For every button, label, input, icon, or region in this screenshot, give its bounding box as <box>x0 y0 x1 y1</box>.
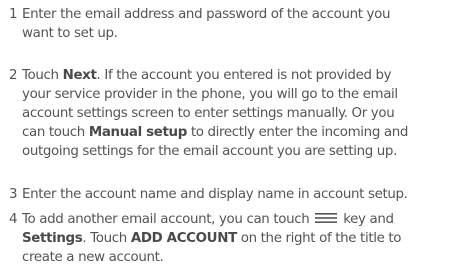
step-text-line: can touch Manual setup to directly enter… <box>9 123 449 142</box>
manual-setup-label: Manual setup <box>88 125 187 140</box>
step-text: . If the account you entered is not prov… <box>96 68 392 83</box>
step-text-line: want to set up. <box>22 26 118 41</box>
add-account-label: ADD ACCOUNT <box>130 231 237 246</box>
step-text-line: create a new account. <box>22 250 164 265</box>
step-text: To add another email account, you can to… <box>22 212 314 227</box>
step-text-line: Enter the email address and password of … <box>22 7 391 22</box>
step-text-line: Enter the account name and display name … <box>22 187 408 202</box>
step-text: can touch <box>22 125 89 140</box>
step-text-line: Settings. Touch ADD ACCOUNT on the right… <box>9 229 449 248</box>
step-2: 2 Touch Next. If the account you entered… <box>9 66 449 161</box>
next-label: Next <box>62 68 97 83</box>
step-text: to directly enter the incoming and <box>186 125 409 140</box>
step-number: 2 <box>9 68 18 83</box>
step-text: key and <box>339 212 394 227</box>
settings-label: Settings <box>22 231 83 246</box>
step-4: 4 To add another email account, you can … <box>9 210 449 267</box>
step-text-line: To add another email account, you can to… <box>22 210 449 229</box>
step-text: on the right of the title to <box>236 231 402 246</box>
step-text-line: account settings screen to enter setting… <box>22 106 395 121</box>
step-text-line: outgoing settings for the email account … <box>22 144 397 159</box>
step-number: 1 <box>9 7 18 22</box>
step-3: 3 Enter the account name and display nam… <box>9 185 449 204</box>
step-number: 3 <box>9 187 18 202</box>
step-number: 4 <box>9 212 18 227</box>
step-text-line: Touch Next. If the account you entered i… <box>22 66 449 85</box>
step-text-line: your service provider in the phone, you … <box>22 87 398 102</box>
step-text: . Touch <box>82 231 131 246</box>
document-page: 1 Enter the email address and password o… <box>0 0 456 268</box>
step-text: Touch <box>22 68 63 83</box>
step-1: 1 Enter the email address and password o… <box>9 5 449 43</box>
menu-icon <box>315 213 338 223</box>
